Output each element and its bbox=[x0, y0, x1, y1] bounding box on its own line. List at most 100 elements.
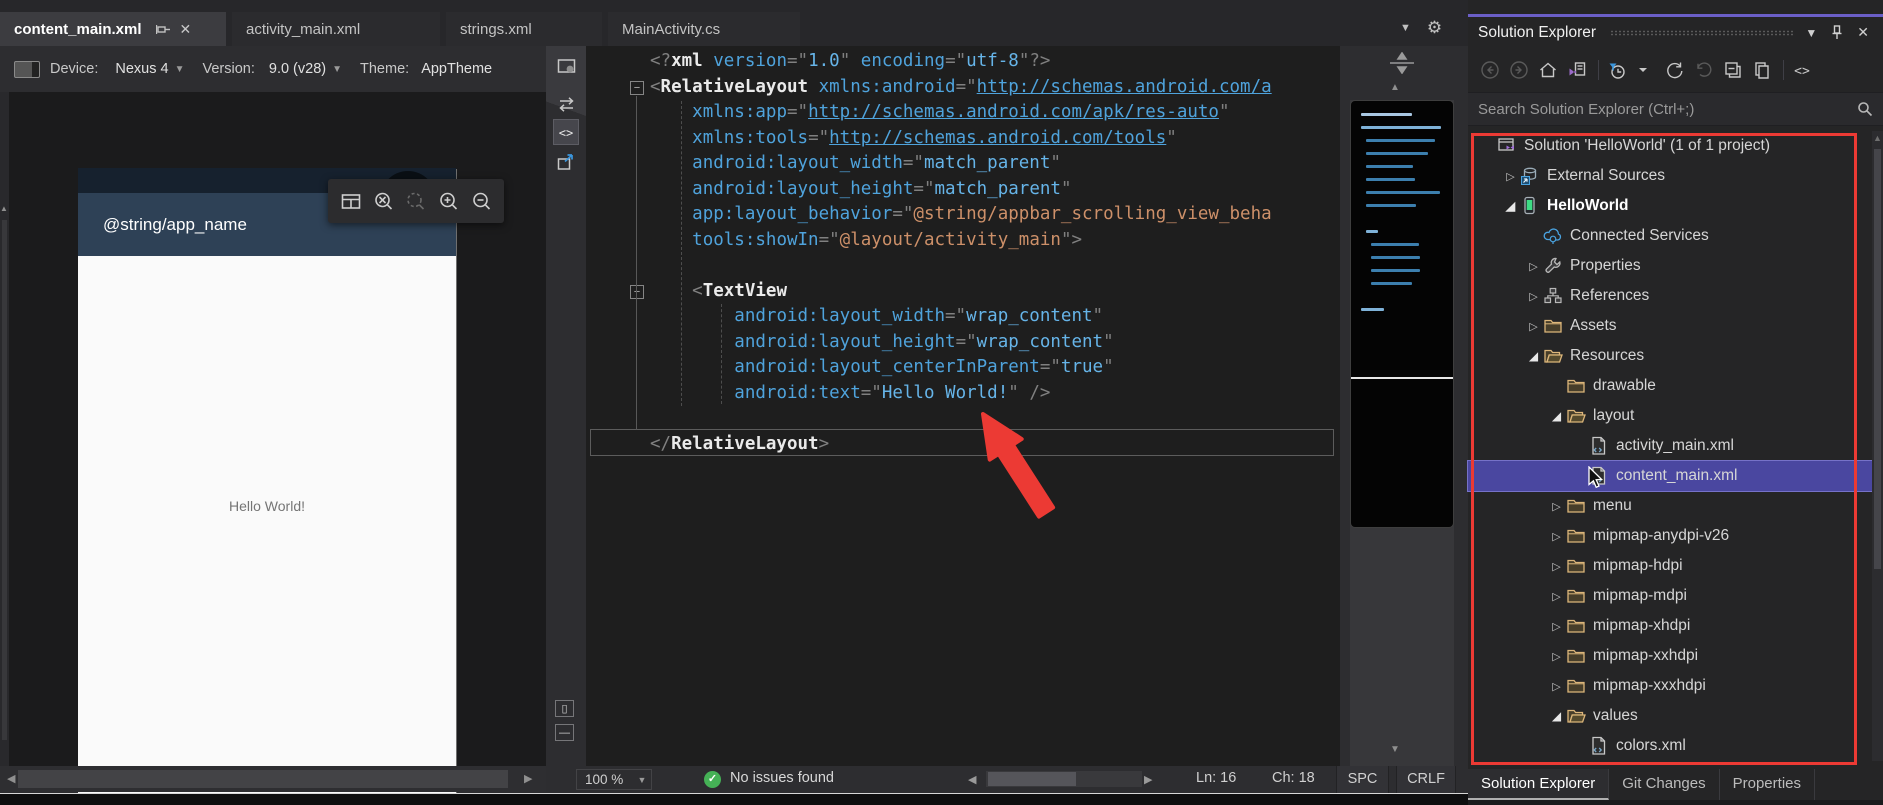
solution-explorer-scrollbar[interactable]: ▲ bbox=[1872, 131, 1883, 761]
minimap-scrollbar[interactable]: ▲ ▼ bbox=[1340, 46, 1460, 800]
zoom-to-fit-icon[interactable] bbox=[373, 191, 394, 212]
document-map[interactable] bbox=[1350, 100, 1454, 528]
tree-item-external-sources[interactable]: ▷ External Sources bbox=[1468, 161, 1872, 191]
expander-expanded-icon[interactable]: ◢ bbox=[1547, 409, 1566, 423]
tree-item-mipmap-xhdpi[interactable]: ▷ mipmap-xhdpi bbox=[1468, 611, 1872, 641]
search-icon[interactable] bbox=[1857, 101, 1873, 117]
phone-hello-world-text[interactable]: Hello World! bbox=[78, 498, 456, 514]
code-line-9[interactable] bbox=[650, 253, 1272, 279]
expander-collapsed-icon[interactable]: ▷ bbox=[1524, 290, 1543, 303]
document-dropdown-icon[interactable]: ▼ bbox=[1400, 22, 1411, 38]
line-ending-indicator[interactable]: CRLF bbox=[1396, 766, 1456, 793]
pin-icon[interactable] bbox=[155, 23, 170, 36]
open-in-new-window-button[interactable] bbox=[554, 150, 578, 174]
code-line-12[interactable]: android:layout_height="wrap_content" bbox=[650, 330, 1272, 356]
designer-horizontal-scrollbar[interactable]: ◀ ▶ bbox=[0, 766, 546, 792]
code-line-1[interactable]: <?xml version="1.0" encoding="utf-8"?> bbox=[650, 49, 1272, 75]
tree-item-helloworld[interactable]: ◢ HelloWorld bbox=[1468, 191, 1872, 221]
code-line-10[interactable]: <TextView bbox=[650, 279, 1272, 305]
solution-explorer-title-bar[interactable]: Solution Explorer ▼ ✕ bbox=[1468, 17, 1883, 48]
collapse-all-icon[interactable] bbox=[1723, 60, 1743, 80]
zoom-level-dropdown[interactable]: 100 % ▼ bbox=[576, 769, 652, 790]
device-caret-icon[interactable]: ▼ bbox=[175, 64, 185, 75]
tree-item-properties[interactable]: ▷ Properties bbox=[1468, 251, 1872, 281]
version-select[interactable]: 9.0 (v28) bbox=[269, 61, 326, 77]
tree-item-mipmap-hdpi[interactable]: ▷ mipmap-hdpi bbox=[1468, 551, 1872, 581]
expander-collapsed-icon[interactable]: ▷ bbox=[1547, 680, 1566, 693]
code-line-7[interactable]: app:layout_behavior="@string/appbar_scro… bbox=[650, 202, 1272, 228]
forward-icon[interactable] bbox=[1509, 60, 1529, 80]
map-scroll-up-icon[interactable]: ▲ bbox=[1390, 82, 1400, 93]
zoom-in-icon[interactable] bbox=[438, 191, 459, 212]
gear-icon[interactable]: ⚙ bbox=[1427, 18, 1442, 38]
pending-changes-filter-icon[interactable] bbox=[1607, 60, 1627, 80]
tree-item-values[interactable]: ◢ values bbox=[1468, 701, 1872, 731]
close-tab-icon[interactable]: ✕ bbox=[180, 21, 192, 38]
tree-item-drawable[interactable]: drawable bbox=[1468, 371, 1872, 401]
expander-expanded-icon[interactable]: ◢ bbox=[1547, 709, 1566, 723]
zoom-out-icon[interactable] bbox=[471, 191, 492, 212]
tab-strings.xml[interactable]: strings.xml bbox=[446, 12, 602, 46]
code-line-15[interactable] bbox=[650, 406, 1272, 432]
xml-source-editor[interactable]: − − <?xml version="1.0" encoding="utf-8"… bbox=[586, 46, 1340, 766]
map-scroll-down-icon[interactable]: ▼ bbox=[1390, 744, 1400, 755]
tree-item-layout[interactable]: ◢ layout bbox=[1468, 401, 1872, 431]
solution-explorer-search[interactable]: Search Solution Explorer (Ctrl+;) bbox=[1468, 92, 1883, 126]
split-view-icon[interactable] bbox=[340, 191, 361, 212]
designer-canvas[interactable]: @string/app_name Hello World! bbox=[0, 92, 546, 798]
editor-horizontal-scrollbar[interactable] bbox=[986, 771, 1142, 787]
tree-item-resources[interactable]: ◢ Resources bbox=[1468, 341, 1872, 371]
horizontal-split-button[interactable]: — bbox=[555, 724, 574, 741]
code-line-8[interactable]: tools:showIn="@layout/activity_main"> bbox=[650, 228, 1272, 254]
designer-vertical-scrollbar[interactable]: ▲ bbox=[0, 92, 9, 766]
tree-item-mipmap-xxhdpi[interactable]: ▷ mipmap-xxhdpi bbox=[1468, 641, 1872, 671]
tab-activity_main.xml[interactable]: activity_main.xml bbox=[232, 12, 440, 46]
code-line-5[interactable]: android:layout_width="match_parent" bbox=[650, 151, 1272, 177]
expander-collapsed-icon[interactable]: ▷ bbox=[1547, 530, 1566, 543]
scroll-up-icon[interactable]: ▲ bbox=[1873, 133, 1882, 143]
tree-item-menu[interactable]: ▷ menu bbox=[1468, 491, 1872, 521]
code-line-6[interactable]: android:layout_height="match_parent" bbox=[650, 177, 1272, 203]
device-select[interactable]: Nexus 4 bbox=[115, 61, 168, 77]
scroll-left-icon[interactable]: ◀ bbox=[7, 766, 15, 792]
expander-collapsed-icon[interactable]: ▷ bbox=[1524, 320, 1543, 333]
tool-tab-solution-explorer[interactable]: Solution Explorer bbox=[1468, 769, 1610, 800]
tab-MainActivity.cs[interactable]: MainActivity.cs bbox=[608, 12, 800, 46]
code-line-11[interactable]: android:layout_width="wrap_content" bbox=[650, 304, 1272, 330]
expander-collapsed-icon[interactable]: ▷ bbox=[1547, 650, 1566, 663]
sync-with-active-document-icon[interactable] bbox=[1567, 60, 1587, 80]
version-caret-icon[interactable]: ▼ bbox=[332, 64, 342, 75]
expander-collapsed-icon[interactable]: ▷ bbox=[1501, 170, 1520, 183]
expander-expanded-icon[interactable]: ◢ bbox=[1501, 199, 1520, 213]
panel-dropdown-icon[interactable]: ▼ bbox=[1805, 26, 1817, 40]
expander-collapsed-icon[interactable]: ▷ bbox=[1547, 590, 1566, 603]
spaces-indicator[interactable]: SPC bbox=[1336, 766, 1389, 793]
code-line-2[interactable]: <RelativeLayout xmlns:android="http://sc… bbox=[650, 75, 1272, 101]
zoom-to-selection-icon[interactable] bbox=[405, 191, 426, 212]
editor-scroll-left-icon[interactable]: ◀ bbox=[968, 773, 976, 786]
device-preview[interactable]: @string/app_name Hello World! bbox=[78, 168, 456, 798]
tree-item-activity-main-xml[interactable]: activity_main.xml bbox=[1468, 431, 1872, 461]
expander-collapsed-icon[interactable]: ▷ bbox=[1524, 260, 1543, 273]
tree-item-content-main-xml[interactable]: content_main.xml bbox=[1467, 460, 1873, 492]
tree-item-mipmap-xxxhdpi[interactable]: ▷ mipmap-xxxhdpi bbox=[1468, 671, 1872, 701]
code-line-3[interactable]: xmlns:app="http://schemas.android.com/ap… bbox=[650, 100, 1272, 126]
filter-dropdown-icon[interactable] bbox=[1636, 60, 1656, 80]
designer-view-button[interactable] bbox=[554, 54, 578, 78]
tool-tab-properties[interactable]: Properties bbox=[1720, 769, 1815, 800]
tool-tab-git-changes[interactable]: Git Changes bbox=[1609, 769, 1720, 800]
view-code-icon[interactable]: <> bbox=[1792, 60, 1812, 80]
code-line-13[interactable]: android:layout_centerInParent="true" bbox=[650, 355, 1272, 381]
code-line-4[interactable]: xmlns:tools="http://schemas.android.com/… bbox=[650, 126, 1272, 152]
scroll-right-icon[interactable]: ▶ bbox=[524, 766, 532, 792]
code-line-16[interactable]: </RelativeLayout> bbox=[650, 432, 1272, 458]
tab-content_main.xml[interactable]: content_main.xml ✕ bbox=[0, 12, 226, 46]
fold-marker-textview[interactable]: − bbox=[630, 285, 644, 299]
back-icon[interactable] bbox=[1480, 60, 1500, 80]
source-view-button[interactable]: <> bbox=[553, 119, 579, 145]
map-splitter-handle[interactable] bbox=[1384, 52, 1420, 74]
tree-item-assets[interactable]: ▷ Assets bbox=[1468, 311, 1872, 341]
expander-collapsed-icon[interactable]: ▷ bbox=[1547, 560, 1566, 573]
tree-item-solution-helloworld-1-of-1-project-[interactable]: Solution 'HelloWorld' (1 of 1 project) bbox=[1468, 131, 1872, 161]
undo-icon[interactable] bbox=[1694, 60, 1714, 80]
